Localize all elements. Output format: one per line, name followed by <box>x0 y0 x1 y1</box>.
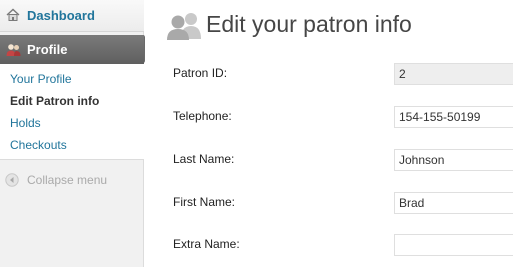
patron-id-label: Patron ID: <box>173 66 228 80</box>
submenu-item-your-profile[interactable]: Your Profile <box>10 72 72 86</box>
extra-name-label: Extra Name: <box>173 237 240 251</box>
last-name-label: Last Name: <box>173 152 235 166</box>
collapse-menu-label: Collapse menu <box>27 173 108 187</box>
users-icon <box>167 13 201 40</box>
telephone-label: Telephone: <box>173 109 232 123</box>
profile-submenu: Your Profile Edit Patron info Holds Chec… <box>0 64 144 160</box>
users-icon <box>6 44 21 56</box>
collapse-arrow-icon <box>5 173 19 187</box>
last-name-field[interactable] <box>394 149 513 171</box>
patron-id-field[interactable] <box>394 63 513 85</box>
menu-item-dashboard-label: Dashboard <box>27 8 95 23</box>
admin-sidebar: Dashboard Profile Your Profile Edit Patr… <box>0 0 152 267</box>
first-name-label: First Name: <box>173 195 236 209</box>
first-name-field[interactable] <box>394 192 513 214</box>
submenu-item-edit-patron-info[interactable]: Edit Patron info <box>10 94 99 108</box>
submenu-item-checkouts[interactable]: Checkouts <box>10 138 67 152</box>
menu-item-dashboard[interactable]: Dashboard <box>0 0 144 32</box>
dashboard-icon <box>6 8 20 21</box>
menu-item-profile[interactable]: Profile <box>0 35 152 64</box>
submenu-item-holds[interactable]: Holds <box>10 116 41 130</box>
extra-name-field[interactable] <box>394 234 513 256</box>
page-title: Edit your patron info <box>206 11 412 37</box>
menu-item-profile-label: Profile <box>27 42 68 57</box>
main-content: Edit your patron info Patron ID: Telepho… <box>145 0 513 267</box>
telephone-field[interactable] <box>394 106 513 128</box>
